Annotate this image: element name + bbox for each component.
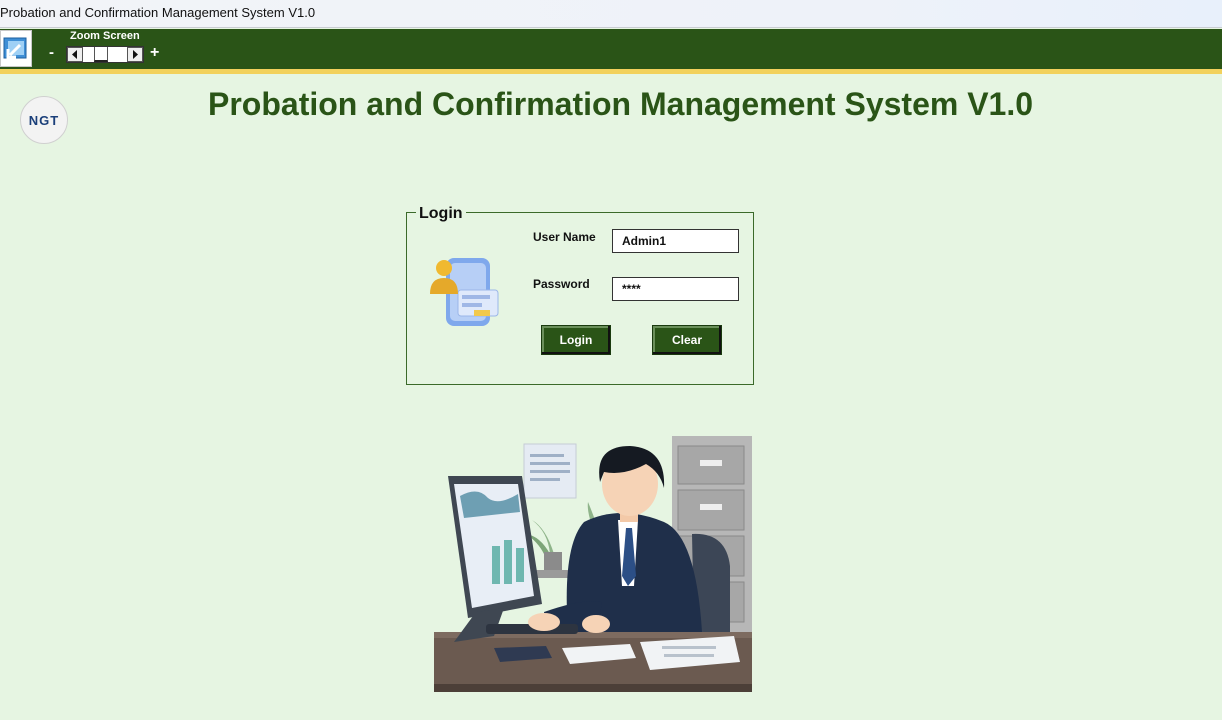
zoom-scroll-right-button[interactable] (127, 47, 143, 62)
company-logo: NGT (20, 96, 68, 144)
zoom-scroll-left-button[interactable] (67, 47, 83, 62)
username-input[interactable] (612, 229, 739, 253)
logo-text: NGT (28, 112, 60, 128)
username-label: User Name (533, 230, 596, 244)
zoom-out-button[interactable]: - (49, 44, 54, 61)
window-title: Probation and Confirmation Management Sy… (0, 5, 316, 20)
login-button[interactable]: Login (541, 325, 611, 355)
password-input[interactable] (612, 277, 739, 301)
password-label: Password (533, 277, 590, 291)
back-arrow-icon (3, 37, 27, 58)
back-button[interactable] (0, 30, 32, 67)
clear-button[interactable]: Clear (652, 325, 722, 355)
zoom-in-button[interactable]: + (150, 44, 159, 62)
zoom-scroll-thumb[interactable] (93, 47, 108, 62)
window-titlebar: Probation and Confirmation Management Sy… (0, 0, 1222, 28)
page-title: Probation and Confirmation Management Sy… (208, 86, 1034, 122)
toolbar-ribbon (0, 29, 1222, 69)
zoom-scrollbar[interactable] (66, 46, 144, 63)
user-card-icon (430, 258, 499, 326)
office-worker-illustration (434, 436, 752, 692)
arrow-left-icon (72, 50, 77, 59)
ribbon-accent-strip (0, 69, 1222, 74)
arrow-right-icon (133, 50, 138, 59)
zoom-screen-label: Zoom Screen (70, 30, 140, 42)
login-legend: Login (416, 205, 466, 223)
